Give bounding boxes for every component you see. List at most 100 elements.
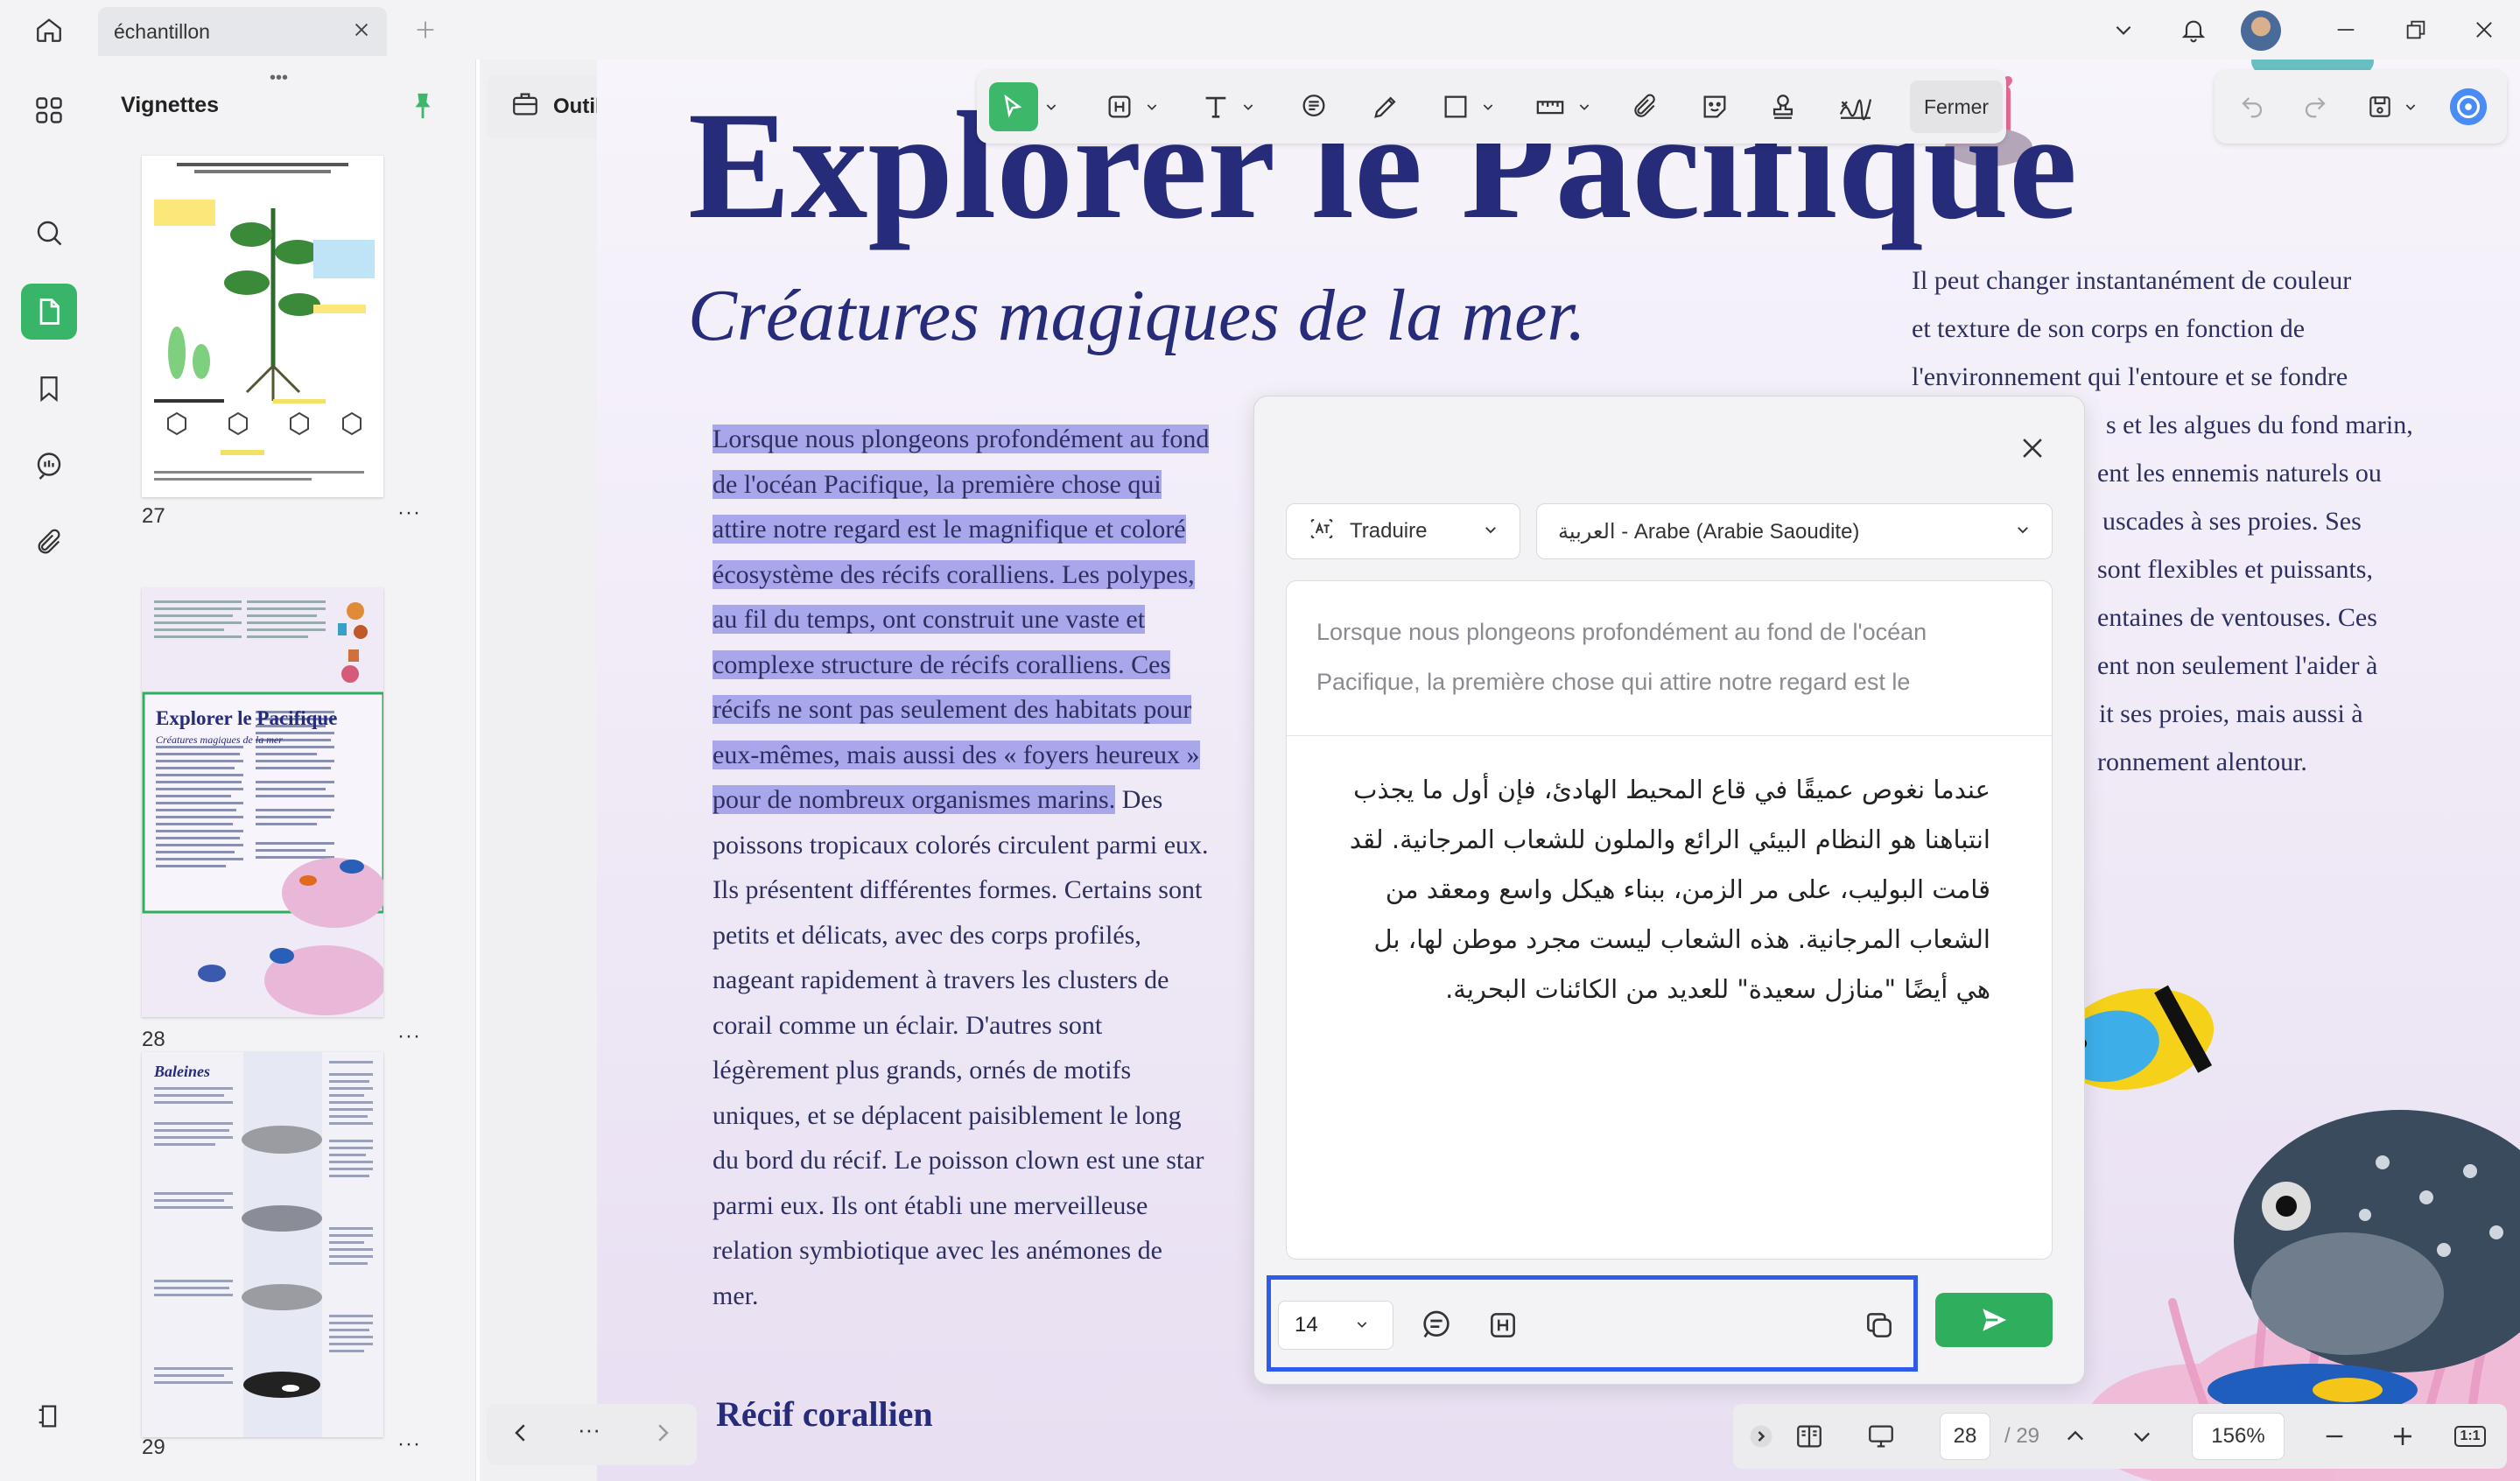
thumbnail-illustration xyxy=(142,156,383,497)
thumbnail-caption-title: Explorer le Pacifique xyxy=(156,707,338,729)
sticker-icon[interactable] xyxy=(1695,82,1735,131)
tab-title: échantillon xyxy=(114,19,210,43)
attachment-icon[interactable] xyxy=(21,515,77,571)
bell-icon[interactable] xyxy=(2176,12,2211,47)
title-bar: échantillon xyxy=(0,0,2520,60)
thumbnail-page-29[interactable]: Baleines xyxy=(142,1052,383,1437)
undo-icon[interactable] xyxy=(2232,82,2272,131)
language-dropdown[interactable]: العربية - Arabe (Arabie Saoudite) xyxy=(1536,503,2053,559)
mode-label: Traduire xyxy=(1350,519,1428,543)
save-icon[interactable] xyxy=(2360,82,2400,131)
layers-icon[interactable] xyxy=(21,1388,77,1444)
zoom-out-icon[interactable] xyxy=(2314,1413,2355,1460)
highlight-tool[interactable] xyxy=(1099,82,1140,131)
translated-text[interactable]: عندما نغوص عميقًا في قاع المحيط الهادئ، … xyxy=(1339,765,1990,1014)
mode-dropdown[interactable]: Traduire xyxy=(1286,503,1520,559)
comment-tool[interactable] xyxy=(1294,82,1334,131)
text-tool[interactable] xyxy=(1196,82,1236,131)
translation-actions-bar: 14 xyxy=(1267,1275,1918,1372)
chevron-left-icon[interactable] xyxy=(508,1420,534,1450)
close-tools-button[interactable]: Fermer xyxy=(1910,81,2003,133)
chevron-down-icon[interactable] xyxy=(1040,82,1063,131)
divider xyxy=(1287,735,2052,736)
body-text[interactable]: Lorsque nous plongeons profondément au f… xyxy=(712,417,1211,1318)
rectangle-tool[interactable] xyxy=(1435,82,1476,131)
copy-icon[interactable] xyxy=(1857,1301,1901,1350)
chevron-down-icon[interactable] xyxy=(1238,82,1259,131)
toolbox-icon xyxy=(509,89,541,125)
chevron-down-icon[interactable] xyxy=(2122,1413,2162,1460)
chevron-down-icon[interactable] xyxy=(2106,12,2141,47)
body-text-rest: Des poissons tropicaux colorés circulent… xyxy=(712,785,1209,1310)
minimize-icon[interactable] xyxy=(2328,12,2363,47)
zoom-in-icon[interactable] xyxy=(2383,1413,2423,1460)
thumbnail-more-icon[interactable]: ··· xyxy=(397,501,421,525)
chevron-down-icon[interactable] xyxy=(1574,82,1595,131)
plus-icon[interactable] xyxy=(408,12,443,47)
thumbnail-number: 29 xyxy=(142,1435,165,1459)
thumbnail-illustration xyxy=(142,588,383,1017)
more-icon[interactable]: ··· xyxy=(578,1416,600,1443)
bookmark-icon[interactable] xyxy=(21,361,77,417)
document-tab[interactable]: échantillon xyxy=(98,7,387,56)
selected-text[interactable]: Lorsque nous plongeons profondément au f… xyxy=(712,425,1210,814)
comment-insert-icon[interactable] xyxy=(1414,1301,1458,1350)
translation-text-area[interactable]: Lorsque nous plongeons profondément au f… xyxy=(1286,580,2053,1260)
chevron-down-icon[interactable] xyxy=(1141,82,1162,131)
expand-icon[interactable] xyxy=(1742,1413,1780,1460)
language-label: العربية - Arabe (Arabie Saoudite) xyxy=(1558,519,1860,544)
actual-size-label: 1:1 xyxy=(2454,1426,2486,1447)
signature-icon[interactable] xyxy=(1831,82,1880,131)
chevron-down-icon xyxy=(1355,1313,1369,1337)
thumbnail-number: 27 xyxy=(142,504,165,528)
close-icon[interactable] xyxy=(2018,433,2047,467)
zoom-level[interactable]: 156% xyxy=(2192,1413,2285,1460)
translate-dialog: Traduire العربية - Arabe (Arabie Saoudit… xyxy=(1253,396,2085,1385)
search-icon[interactable] xyxy=(21,205,77,261)
home-icon[interactable] xyxy=(32,12,67,47)
send-button[interactable] xyxy=(1935,1293,2053,1347)
page-navigation: ··· xyxy=(487,1404,697,1465)
page-number-input[interactable]: 28 xyxy=(1940,1413,1990,1460)
highlight-insert-icon[interactable] xyxy=(1481,1301,1525,1350)
restore-icon[interactable] xyxy=(2398,12,2433,47)
stamp-icon[interactable] xyxy=(1763,82,1803,131)
comment-icon[interactable] xyxy=(21,438,77,494)
left-rail xyxy=(0,60,98,1481)
chevron-down-icon[interactable] xyxy=(1478,82,1499,131)
thumbnail-page-27[interactable] xyxy=(142,156,383,497)
ai-assistant-icon[interactable] xyxy=(2444,82,2493,131)
presentation-icon[interactable] xyxy=(1857,1413,1905,1460)
drag-handle-icon[interactable]: ••• xyxy=(270,68,288,88)
font-size-select[interactable]: 14 xyxy=(1278,1301,1393,1350)
send-icon xyxy=(1983,1309,2007,1331)
chevron-right-icon[interactable] xyxy=(649,1420,676,1450)
select-tool[interactable] xyxy=(989,82,1038,131)
thumbnail-panel: ••• Vignettes 27 ··· Explorer le Pacifiq… xyxy=(98,60,476,1481)
thumbnail-more-icon[interactable]: ··· xyxy=(397,1024,421,1049)
pen-tool[interactable] xyxy=(1365,82,1406,131)
translate-icon xyxy=(1308,516,1336,548)
thumbnail-more-icon[interactable]: ··· xyxy=(397,1432,421,1456)
page-icon[interactable] xyxy=(21,284,77,340)
chevron-down-icon xyxy=(2015,519,2031,544)
grid-icon[interactable] xyxy=(21,82,77,138)
pin-icon[interactable] xyxy=(408,89,438,123)
measure-tool[interactable] xyxy=(1528,82,1572,131)
zoom-bar: 28 / 29 156% 1:1 xyxy=(1733,1404,2507,1469)
chevron-up-icon[interactable] xyxy=(2055,1413,2095,1460)
redo-icon[interactable] xyxy=(2295,82,2335,131)
close-window-icon[interactable] xyxy=(2467,12,2502,47)
actual-size-button[interactable]: 1:1 xyxy=(2447,1413,2493,1460)
panel-title: Vignettes xyxy=(121,93,220,117)
avatar[interactable] xyxy=(2241,11,2281,51)
page-layout-icon[interactable] xyxy=(1787,1413,1831,1460)
chevron-down-icon[interactable] xyxy=(2400,82,2421,131)
attachment-icon[interactable] xyxy=(1625,82,1665,131)
annotation-toolbar: Fermer xyxy=(977,70,2006,144)
total-pages: / 29 xyxy=(2004,1424,2040,1448)
thumbnail-page-28[interactable]: Explorer le Pacifique Créatures magiques… xyxy=(142,588,383,1017)
close-icon[interactable] xyxy=(352,20,371,44)
text-line: l'environnement qui l'entoure et se fond… xyxy=(1912,362,2348,391)
text-line: Il peut changer instantanément de couleu… xyxy=(1912,266,2352,295)
